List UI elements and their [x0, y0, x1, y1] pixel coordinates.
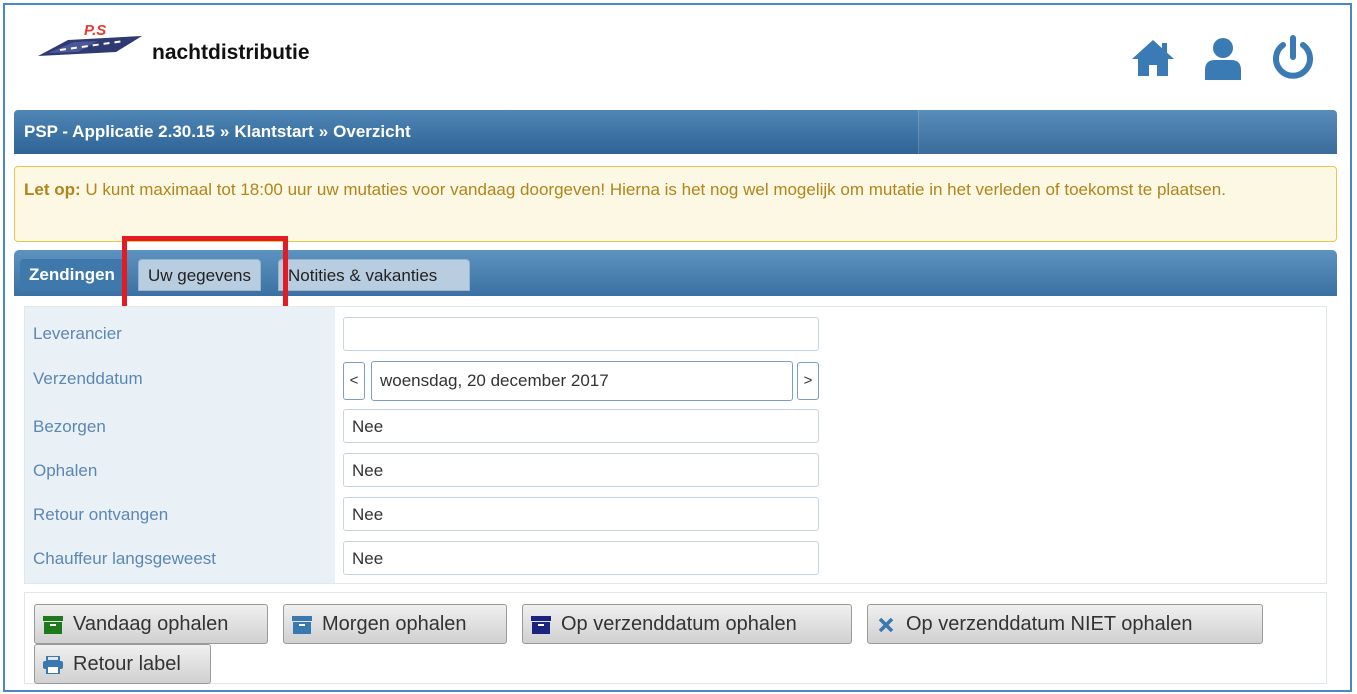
home-icon[interactable] [1129, 34, 1177, 82]
label-retour-ontvangen: Retour ontvangen [33, 505, 169, 524]
bezorgen-field[interactable]: Nee [343, 409, 819, 443]
label-bezorgen: Bezorgen [33, 417, 106, 436]
label-leverancier: Leverancier [33, 324, 122, 343]
logo-text: nachtdistributie [152, 41, 310, 64]
morgen-ophalen-button[interactable]: Morgen ophalen [283, 604, 507, 644]
labels-column [25, 307, 335, 583]
close-icon [876, 615, 896, 635]
retour-label-button[interactable]: Retour label [34, 644, 211, 684]
breadcrumb-separator: » [318, 122, 329, 141]
user-icon[interactable] [1199, 34, 1247, 82]
op-verzenddatum-niet-ophalen-button[interactable]: Op verzenddatum NIET ophalen [867, 604, 1263, 644]
shipment-form: Leverancier Verzenddatum < woensdag, 20 … [24, 306, 1327, 584]
breadcrumb-klantstart[interactable]: Klantstart [234, 122, 313, 141]
warning-prefix: Let op: [24, 180, 81, 199]
breadcrumb-stripe [918, 110, 1337, 154]
power-icon[interactable] [1269, 34, 1317, 82]
retour-ontvangen-field[interactable]: Nee [343, 497, 819, 531]
leverancier-field[interactable] [343, 317, 819, 351]
warning-message: U kunt maximaal tot 18:00 uur uw mutatie… [80, 180, 1226, 199]
tab-zendingen[interactable]: Zendingen [20, 259, 124, 291]
archive-icon [43, 615, 63, 635]
archive-icon [531, 615, 551, 635]
ophalen-field[interactable]: Nee [343, 453, 819, 487]
top-icons [1129, 34, 1317, 82]
logo-badge: P.S [84, 22, 106, 39]
next-date-button[interactable]: > [797, 362, 819, 400]
tab-bar: Zendingen Uw gegevens Notities & vakanti… [14, 250, 1337, 296]
logo-road-icon: P.S [38, 22, 142, 56]
action-bar: Vandaag ophalen Morgen ophalen Op verzen… [24, 592, 1327, 684]
prev-date-button[interactable]: < [343, 362, 365, 400]
op-verzenddatum-niet-ophalen-label: Op verzenddatum NIET ophalen [906, 613, 1193, 635]
verzenddatum-field[interactable]: woensdag, 20 december 2017 [371, 361, 793, 401]
label-verzenddatum: Verzenddatum [33, 369, 143, 388]
breadcrumb-app[interactable]: PSP - Applicatie 2.30.15 [24, 122, 215, 141]
label-ophalen: Ophalen [33, 461, 98, 480]
retour-label-text: Retour label [73, 653, 181, 675]
tab-uw-gegevens[interactable]: Uw gegevens [138, 259, 262, 291]
breadcrumb: PSP - Applicatie 2.30.15» Klantstart» Over… [14, 110, 1337, 154]
warning-alert: Let op: U kunt maximaal tot 18:00 uur uw… [14, 166, 1337, 242]
tab-notities-vakanties[interactable]: Notities & vakanties [278, 259, 470, 291]
op-verzenddatum-ophalen-label: Op verzenddatum ophalen [561, 613, 797, 635]
print-icon [43, 655, 63, 675]
morgen-ophalen-label: Morgen ophalen [322, 613, 467, 635]
vandaag-ophalen-button[interactable]: Vandaag ophalen [34, 604, 268, 644]
vandaag-ophalen-label: Vandaag ophalen [73, 613, 229, 635]
logo: P.S nachtdistributie [38, 22, 358, 72]
label-chauffeur-langsgeweest: Chauffeur langsgeweest [33, 549, 217, 568]
archive-icon [292, 615, 312, 635]
op-verzenddatum-ophalen-button[interactable]: Op verzenddatum ophalen [522, 604, 852, 644]
breadcrumb-separator: » [219, 122, 230, 141]
breadcrumb-overzicht: Overzicht [333, 122, 411, 141]
chauffeur-langsgeweest-field[interactable]: Nee [343, 541, 819, 575]
